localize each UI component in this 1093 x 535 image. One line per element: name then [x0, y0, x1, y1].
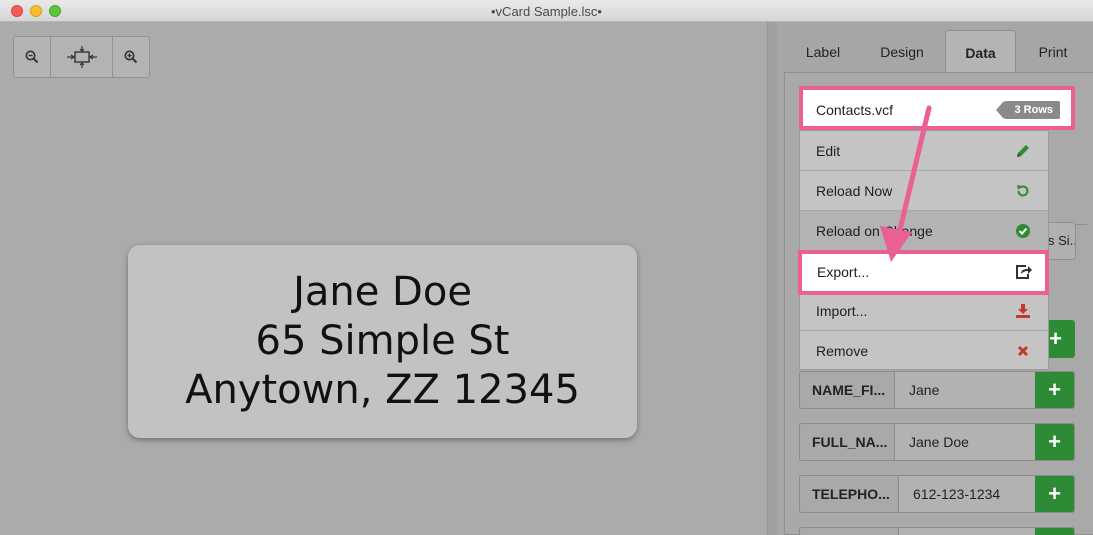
field-value: Jane	[909, 382, 940, 398]
row-count-badge: 3 Rows	[996, 101, 1060, 119]
remove-icon	[1014, 342, 1032, 360]
data-source-dropdown[interactable]: Contacts.vcf 3 Rows	[799, 86, 1075, 130]
reload-icon	[1014, 182, 1032, 200]
menu-item-export[interactable]: Export...	[798, 250, 1049, 295]
menu-item-label: Reload Now	[816, 183, 893, 199]
panel-splitter[interactable]	[767, 22, 777, 535]
fit-to-window-button[interactable]	[51, 37, 113, 77]
zoom-out-button[interactable]	[14, 37, 51, 77]
menu-item-edit[interactable]: Edit	[800, 131, 1048, 171]
menu-item-label: Edit	[816, 143, 841, 159]
field-row: NAME_FI... Jane +	[799, 371, 1075, 409]
pencil-icon	[1014, 142, 1032, 160]
label-line-city: Anytown, ZZ 12345	[185, 367, 580, 413]
menu-item-reload-on-change[interactable]: Reload on Change	[800, 211, 1048, 251]
field-value: Jane Doe	[909, 434, 969, 450]
export-icon	[1015, 263, 1033, 281]
tab-data[interactable]: Data	[945, 30, 1016, 74]
field-row	[799, 527, 1075, 535]
window-title: •vCard Sample.lsc•	[491, 4, 602, 19]
field-name: NAME_FI...	[800, 372, 895, 408]
tab-label[interactable]: Label	[801, 30, 845, 74]
field-row: TELEPHO... 612-123-1234 +	[799, 475, 1075, 513]
menu-item-label: Reload on Change	[816, 223, 933, 239]
inspector-tabs: Label Design Data Print	[777, 30, 1093, 74]
zoom-out-icon	[25, 50, 39, 64]
label-line-name: Jane Doe	[293, 269, 472, 315]
menu-item-reload-now[interactable]: Reload Now	[800, 171, 1048, 211]
tab-print[interactable]: Print	[1033, 30, 1073, 74]
check-circle-icon	[1014, 222, 1032, 240]
field-name	[800, 528, 899, 535]
download-icon	[1014, 302, 1032, 320]
tab-design[interactable]: Design	[875, 30, 929, 74]
fit-to-window-icon	[66, 46, 97, 68]
label-canvas: Jane Doe 65 Simple St Anytown, ZZ 12345	[0, 22, 767, 535]
field-value: 612-123-1234	[913, 486, 1001, 502]
menu-item-label: Remove	[816, 343, 869, 359]
label-preview[interactable]: Jane Doe 65 Simple St Anytown, ZZ 12345	[128, 245, 637, 438]
menu-item-label: Import...	[816, 303, 868, 319]
add-field-button[interactable]: +	[1035, 372, 1074, 408]
menu-item-label: Export...	[817, 264, 870, 280]
menu-item-remove[interactable]: Remove	[800, 331, 1048, 371]
field-name: TELEPHO...	[800, 476, 899, 512]
add-field-button[interactable]: +	[1035, 476, 1074, 512]
menu-item-import[interactable]: Import...	[800, 291, 1048, 331]
source-field-input[interactable]: s Si...	[1046, 222, 1076, 260]
zoom-in-icon	[124, 50, 138, 64]
window-titlebar: •vCard Sample.lsc•	[0, 0, 1093, 22]
add-field-button[interactable]: +	[1035, 424, 1074, 460]
field-value	[899, 528, 1035, 535]
data-source-menu: Edit Reload Now Reload on Change Export.…	[798, 130, 1049, 371]
field-row: FULL_NA... Jane Doe +	[799, 423, 1075, 461]
add-field-button[interactable]	[1035, 528, 1074, 535]
field-name: FULL_NA...	[800, 424, 895, 460]
label-line-street: 65 Simple St	[255, 318, 510, 364]
zoom-in-button[interactable]	[113, 37, 149, 77]
data-source-file-name: Contacts.vcf	[816, 102, 894, 118]
zoom-controls	[13, 36, 150, 78]
